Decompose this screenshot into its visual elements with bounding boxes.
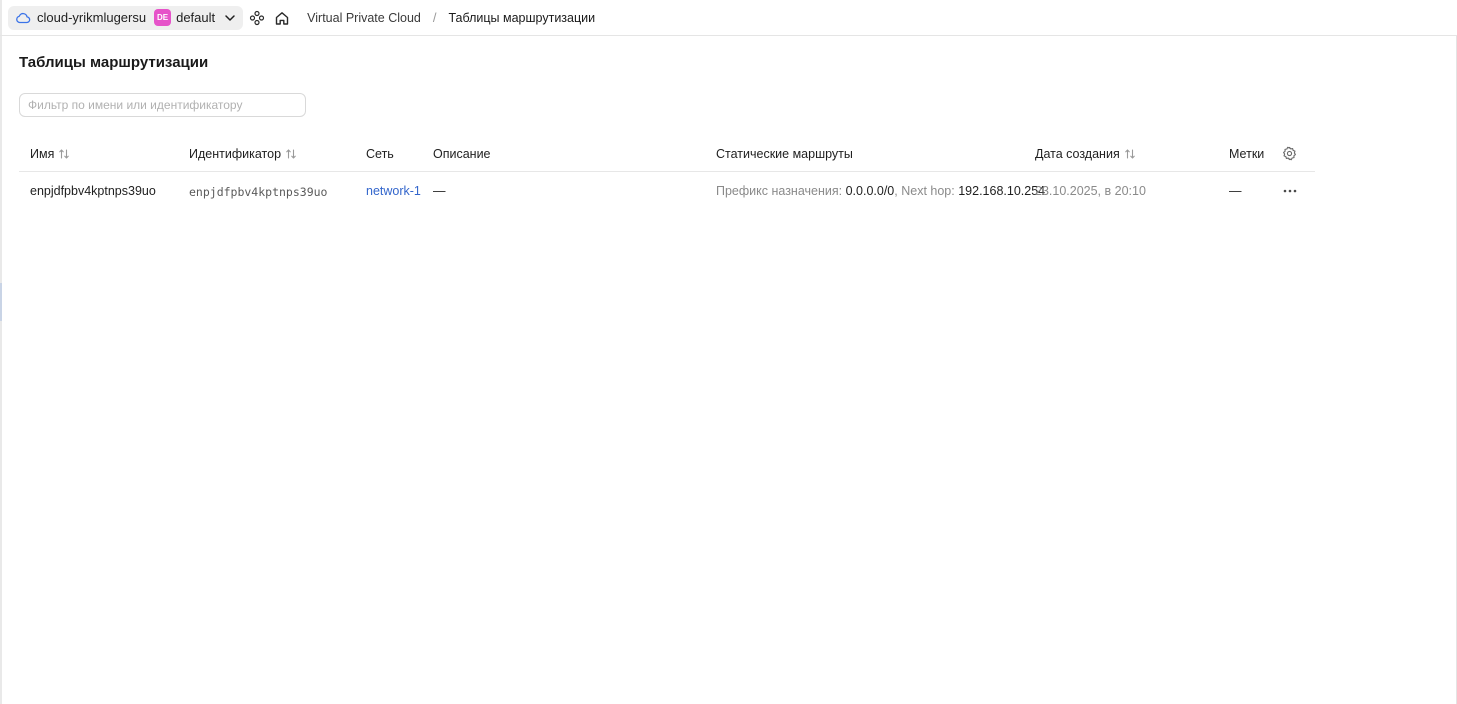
route-next-hop-value: 192.168.10.254 xyxy=(958,184,1046,198)
table-header-divider xyxy=(19,171,1315,172)
table-settings-gear-icon[interactable] xyxy=(1282,146,1297,161)
column-header-static-routes: Статические маршруты xyxy=(716,147,853,161)
sort-icon[interactable] xyxy=(285,148,297,160)
route-prefix-value: 0.0.0.0/0 xyxy=(845,184,895,198)
column-header-description: Описание xyxy=(433,147,491,161)
column-header-id-label: Идентификатор xyxy=(189,147,282,161)
folder-badge: DE xyxy=(154,9,172,26)
folder-name: default xyxy=(176,10,216,25)
home-icon[interactable] xyxy=(273,9,291,27)
column-header-name-label: Имя xyxy=(30,147,55,161)
route-prefix-label: Префикс назначения: xyxy=(716,184,843,198)
row-static-routes: Префикс назначения: 0.0.0.0/0, Next hop:… xyxy=(716,184,1045,198)
left-edge xyxy=(0,0,2,704)
row-labels: — xyxy=(1229,184,1242,198)
column-header-network: Сеть xyxy=(366,147,394,161)
page-title: Таблицы маршрутизации xyxy=(19,54,209,71)
column-header-static-routes-label: Статические маршруты xyxy=(716,147,853,161)
route-next-hop-label: Next hop: xyxy=(901,184,955,198)
sort-icon[interactable] xyxy=(1124,148,1136,160)
more-horizontal-icon[interactable] xyxy=(1282,183,1298,199)
cloud-icon xyxy=(15,10,31,26)
column-header-description-label: Описание xyxy=(433,147,491,161)
column-header-id[interactable]: Идентификатор xyxy=(189,147,297,161)
row-network-link[interactable]: network-1 xyxy=(366,184,421,198)
column-header-network-label: Сеть xyxy=(366,147,394,161)
top-bar: cloud-yrikmlugersu DE default Virtual Pr… xyxy=(0,0,1457,36)
column-header-labels-label: Метки xyxy=(1229,147,1265,161)
cloud-name: cloud-yrikmlugersu xyxy=(37,10,147,25)
route-separator: , xyxy=(894,184,898,198)
sort-icon[interactable] xyxy=(58,148,70,160)
filter-input[interactable] xyxy=(19,93,306,117)
services-icon[interactable] xyxy=(248,9,266,27)
breadcrumb-service-link[interactable]: Virtual Private Cloud xyxy=(307,11,421,25)
breadcrumb-current: Таблицы маршрутизации xyxy=(448,10,596,25)
column-header-created[interactable]: Дата создания xyxy=(1035,147,1136,161)
row-name[interactable]: enpjdfpbv4kptnps39uo xyxy=(30,184,156,198)
column-header-created-label: Дата создания xyxy=(1035,147,1120,161)
breadcrumb-separator: / xyxy=(432,10,437,25)
chevron-down-icon[interactable] xyxy=(223,11,237,25)
column-header-name[interactable]: Имя xyxy=(30,147,70,161)
row-description: — xyxy=(433,184,446,198)
cloud-folder-selector[interactable]: cloud-yrikmlugersu DE default xyxy=(8,5,244,30)
row-id: enpjdfpbv4kptnps39uo xyxy=(189,185,328,199)
left-edge-handle[interactable] xyxy=(0,283,2,321)
column-header-labels: Метки xyxy=(1229,147,1264,161)
row-created-date: 23.10.2025, в 20:10 xyxy=(1035,184,1146,198)
